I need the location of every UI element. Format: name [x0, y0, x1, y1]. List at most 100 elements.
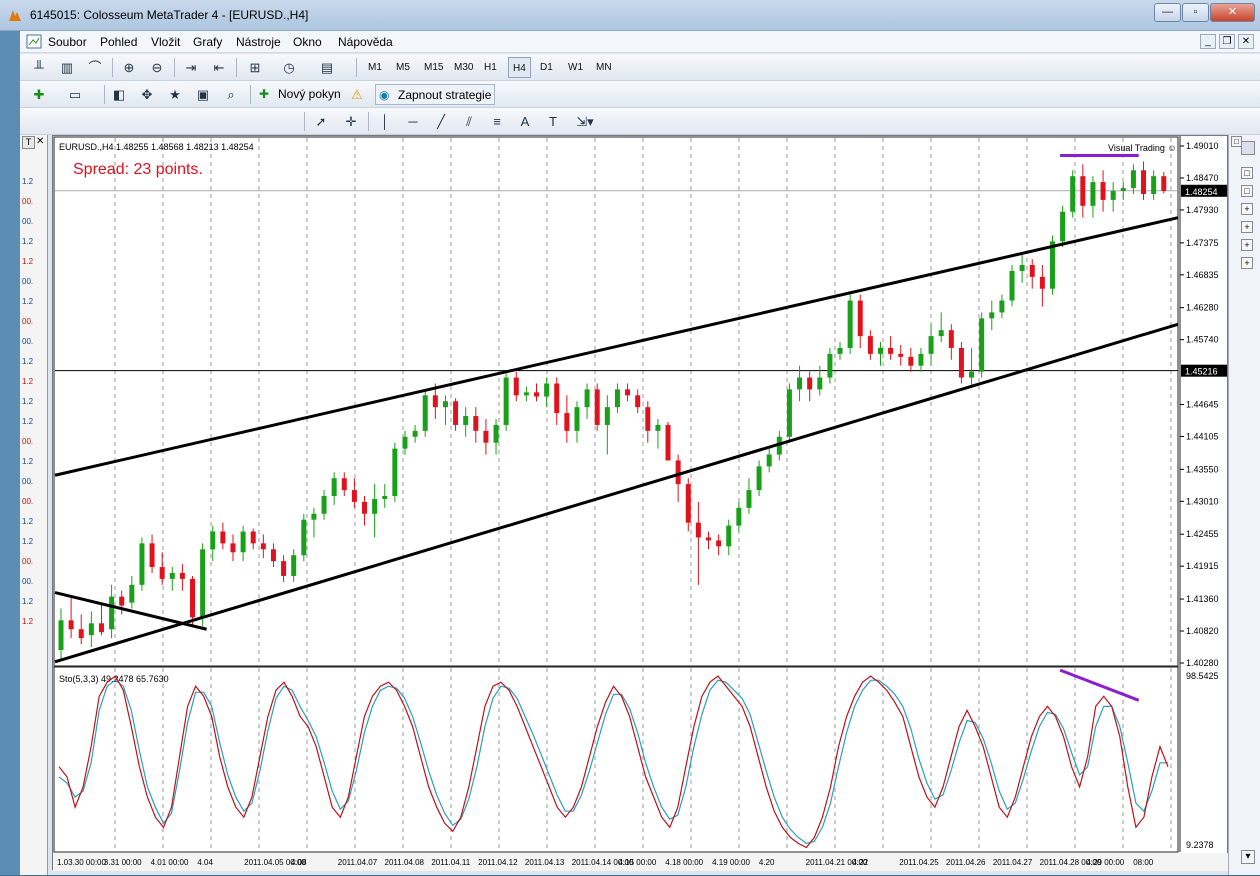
candle-body: [979, 318, 985, 372]
indicators-icon[interactable]: ⊞: [244, 57, 266, 78]
symbol-row[interactable]: 1.2: [22, 517, 46, 529]
symbol-row[interactable]: 1.2: [22, 237, 46, 249]
symbol-row[interactable]: 1.2: [22, 597, 46, 609]
trendline[interactable]: [54, 216, 1179, 477]
fibonacci-icon[interactable]: ≡: [486, 111, 508, 132]
menu-vlozit[interactable]: Vložit: [151, 35, 180, 49]
mdi-restore-button[interactable]: ❐: [1219, 34, 1235, 49]
favorites-icon[interactable]: ★: [164, 84, 186, 105]
timeframe-mn-button[interactable]: MN: [592, 57, 616, 78]
menu-napoveda[interactable]: Nápověda: [338, 35, 393, 49]
text-label-icon[interactable]: T: [542, 111, 564, 132]
menu-pohled[interactable]: Pohled: [100, 35, 137, 49]
symbol-row[interactable]: 00.: [22, 437, 46, 449]
price-chart[interactable]: 1.49010 1.48470 1.47930 1.47375 1.46835 1.462…: [53, 136, 1229, 871]
periods-clock-icon[interactable]: ◷: [278, 57, 300, 78]
profiles-icon[interactable]: ▭: [64, 84, 86, 105]
chart-shift-icon[interactable]: ⇤: [208, 57, 230, 78]
symbol-row[interactable]: 00.: [22, 337, 46, 349]
title-bar[interactable]: 6145015: Colosseum MetaTrader 4 - [EURUS…: [0, 0, 1260, 31]
timeframe-m15-button[interactable]: M15: [420, 57, 447, 78]
arrows-icon[interactable]: ⇲▾: [570, 111, 600, 132]
symbol-row[interactable]: 1.2: [22, 177, 46, 189]
candle-body: [969, 371, 975, 378]
minimize-button[interactable]: —: [1154, 3, 1181, 22]
symbol-row[interactable]: 1.2: [22, 377, 46, 389]
panel-small-button[interactable]: +: [1241, 257, 1253, 269]
menu-nastroje[interactable]: Nástroje: [236, 35, 281, 49]
symbol-row[interactable]: 1.2: [22, 417, 46, 429]
candle-body: [190, 578, 196, 618]
panel-tab[interactable]: T: [22, 136, 35, 149]
bar-chart-icon[interactable]: ╨: [28, 57, 50, 78]
timeframe-m1-button[interactable]: M1: [364, 57, 386, 78]
market-watch-icon[interactable]: ◧: [108, 84, 130, 105]
chart-window[interactable]: 1.49010 1.48470 1.47930 1.47375 1.46835 1.462…: [52, 135, 1229, 871]
chart-window-icon[interactable]: [26, 34, 42, 49]
text-icon[interactable]: A: [514, 111, 536, 132]
candle-body: [665, 424, 671, 461]
channel-icon[interactable]: ⫽: [458, 111, 480, 132]
mdi-close-button[interactable]: ✕: [1238, 34, 1254, 49]
symbol-row[interactable]: 1.2: [22, 617, 46, 629]
menu-soubor[interactable]: Soubor: [48, 35, 87, 49]
stoch-divergence-line[interactable]: [1059, 668, 1140, 702]
close-button[interactable]: ✕: [1210, 3, 1255, 22]
symbol-row[interactable]: 00.: [22, 217, 46, 229]
panel-small-button[interactable]: □: [1241, 167, 1253, 179]
panel-small-button[interactable]: +: [1241, 203, 1253, 215]
symbol-row[interactable]: 1.2: [22, 357, 46, 369]
symbol-row[interactable]: 1.2: [22, 457, 46, 469]
crosshair-icon[interactable]: ✛: [340, 111, 362, 132]
menu-okno[interactable]: Okno: [293, 35, 322, 49]
candle-body: [341, 478, 347, 491]
maximize-button[interactable]: ▫: [1182, 3, 1209, 22]
timeframe-h4-button[interactable]: H4: [508, 57, 531, 78]
mdi-minimize-button[interactable]: _: [1200, 34, 1216, 49]
symbol-row[interactable]: 00.: [22, 497, 46, 509]
y-tick-label: 1.47375: [1186, 238, 1219, 248]
symbol-row[interactable]: 00.: [22, 317, 46, 329]
zoom-in-icon[interactable]: ⊕: [118, 57, 140, 78]
symbol-row[interactable]: 1.2: [22, 397, 46, 409]
panel-small-button[interactable]: □: [1241, 185, 1253, 197]
timeframe-d1-button[interactable]: D1: [536, 57, 557, 78]
line-chart-icon[interactable]: ⌒: [84, 57, 106, 78]
trendline[interactable]: [54, 322, 1179, 664]
strategy-tester-icon[interactable]: ⌕: [220, 84, 242, 105]
navigator-icon[interactable]: ✥: [136, 84, 158, 105]
timeframe-w1-button[interactable]: W1: [564, 57, 587, 78]
timeframe-m5-button[interactable]: M5: [392, 57, 414, 78]
candle-chart-icon[interactable]: ▥: [56, 57, 78, 78]
candle-body: [362, 501, 368, 514]
cursor-arrow-icon[interactable]: ➚: [310, 111, 332, 132]
toggle-strategy-button[interactable]: ◉ Zapnout strategie: [375, 84, 495, 105]
new-chart-icon[interactable]: ✚: [28, 84, 50, 105]
symbol-row[interactable]: 1.2: [22, 537, 46, 549]
y-tick-label: 1.41360: [1186, 594, 1219, 604]
panel-small-button[interactable]: +: [1241, 221, 1253, 233]
terminal-icon[interactable]: ▣: [192, 84, 214, 105]
timeframe-m30-button[interactable]: M30: [450, 57, 477, 78]
templates-icon[interactable]: ▤: [316, 57, 338, 78]
trendline-icon[interactable]: ╱: [430, 111, 452, 132]
vertical-line-icon[interactable]: │: [374, 111, 396, 132]
candle-body: [857, 300, 863, 337]
symbol-row[interactable]: 1.2: [22, 297, 46, 309]
symbol-row[interactable]: 00.: [22, 277, 46, 289]
symbol-row[interactable]: 00.: [22, 577, 46, 589]
panel-close-icon[interactable]: ✕: [36, 136, 44, 147]
warning-icon[interactable]: ⚠: [346, 84, 368, 105]
menu-grafy[interactable]: Grafy: [193, 35, 222, 49]
symbol-row[interactable]: 1.2: [22, 257, 46, 269]
panel-small-button[interactable]: +: [1241, 239, 1253, 251]
panel-collapse-icon[interactable]: ▾: [1241, 850, 1255, 864]
zoom-out-icon[interactable]: ⊖: [146, 57, 168, 78]
autoscroll-icon[interactable]: ⇥: [180, 57, 202, 78]
timeframe-h1-button[interactable]: H1: [480, 57, 501, 78]
panel-icon[interactable]: [1241, 141, 1255, 155]
symbol-row[interactable]: 00.: [22, 557, 46, 569]
horizontal-line-icon[interactable]: ─: [402, 111, 424, 132]
symbol-row[interactable]: 00.: [22, 197, 46, 209]
symbol-row[interactable]: 00.: [22, 477, 46, 489]
